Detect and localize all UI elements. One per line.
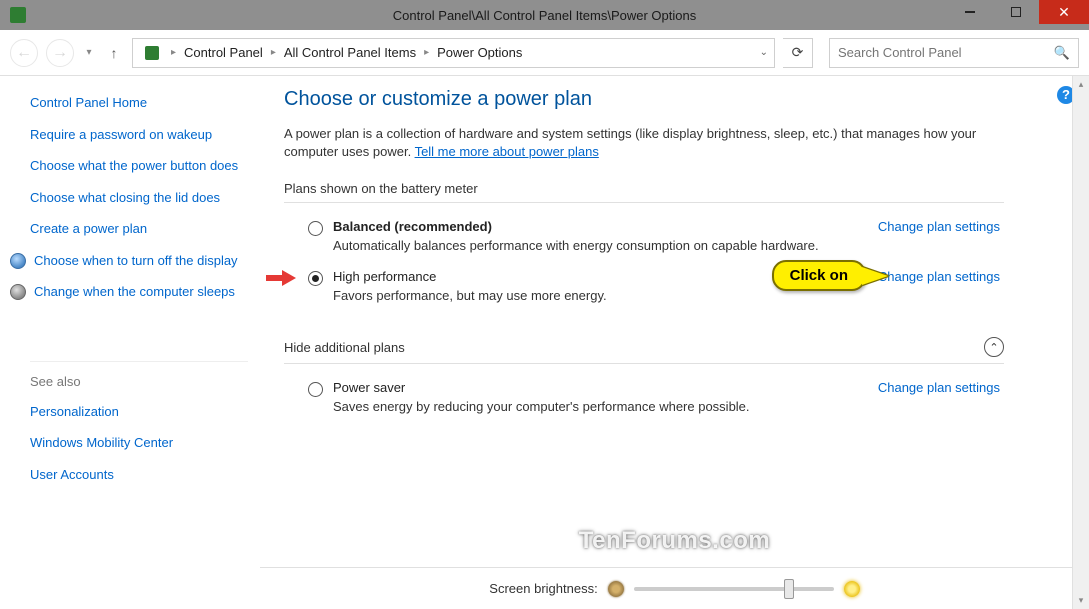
scroll-up-icon[interactable]: ▴ [1073, 76, 1089, 93]
breadcrumb-item[interactable]: Power Options [433, 45, 526, 60]
section-plans-shown: Plans shown on the battery meter [284, 181, 1004, 203]
plan-power-saver-desc: Saves energy by reducing your computer's… [333, 399, 858, 414]
callout-tail-icon [862, 267, 888, 285]
plan-power-saver: Power saver Saves energy by reducing you… [284, 370, 1004, 420]
breadcrumb-dropdown-icon[interactable]: ⌄ [760, 47, 768, 58]
main-panel: ? Choose or customize a power plan A pow… [260, 76, 1089, 609]
sidebar-home-link[interactable]: Control Panel Home [30, 94, 248, 112]
brightness-label: Screen brightness: [489, 581, 597, 596]
plan-high-performance-settings-link[interactable]: Change plan settings [878, 269, 1000, 284]
moon-icon [10, 284, 26, 300]
callout-text: Click on [790, 267, 848, 284]
breadcrumb[interactable]: ▸ Control Panel ▸ All Control Panel Item… [132, 38, 775, 68]
window-title: Control Panel\All Control Panel Items\Po… [0, 8, 1089, 23]
breadcrumb-item[interactable]: Control Panel [180, 45, 267, 60]
nav-up-button[interactable]: ↑ [104, 45, 124, 61]
address-bar: ← → ▾ ↑ ▸ Control Panel ▸ All Control Pa… [0, 30, 1089, 76]
red-arrow-annotation [266, 269, 296, 287]
sidebar-see-also-personalization[interactable]: Personalization [30, 403, 248, 421]
chevron-up-icon[interactable]: ⌃ [984, 337, 1004, 357]
nav-history-dropdown[interactable]: ▾ [82, 47, 96, 58]
search-input[interactable] [838, 45, 1054, 60]
search-icon[interactable]: 🔍 [1054, 45, 1070, 61]
plan-power-saver-name: Power saver [333, 380, 858, 395]
sidebar-see-also-user-accounts[interactable]: User Accounts [30, 466, 248, 484]
chevron-right-icon: ▸ [420, 47, 433, 58]
breadcrumb-item[interactable]: All Control Panel Items [280, 45, 420, 60]
tell-me-more-link[interactable]: Tell me more about power plans [415, 144, 599, 159]
breadcrumb-icon [143, 44, 161, 62]
sidebar-link-sleep[interactable]: Change when the computer sleeps [34, 283, 235, 301]
nav-back-button[interactable]: ← [10, 39, 38, 67]
monitor-icon [10, 253, 26, 269]
plan-balanced-name: Balanced (recommended) [333, 219, 858, 234]
sidebar-link-lid-close[interactable]: Choose what closing the lid does [30, 189, 248, 207]
plan-power-saver-settings-link[interactable]: Change plan settings [878, 380, 1000, 395]
sidebar-link-display-off[interactable]: Choose when to turn off the display [34, 252, 238, 270]
app-icon [10, 7, 26, 23]
refresh-button[interactable]: ⟳ [783, 38, 813, 68]
watermark: TenForums.com [579, 527, 770, 555]
plan-balanced-desc: Automatically balances performance with … [333, 238, 858, 253]
plan-balanced: Balanced (recommended) Automatically bal… [284, 209, 1004, 259]
section-hide-additional[interactable]: Hide additional plans ⌃ [284, 337, 1004, 364]
brightness-slider-thumb[interactable] [784, 579, 794, 599]
sidebar-link-password-wakeup[interactable]: Require a password on wakeup [30, 126, 248, 144]
plan-balanced-settings-link[interactable]: Change plan settings [878, 219, 1000, 234]
brightness-slider[interactable] [634, 587, 834, 591]
page-description: A power plan is a collection of hardware… [284, 125, 984, 161]
vertical-scrollbar[interactable]: ▴ ▾ [1072, 76, 1089, 609]
brightness-bar: Screen brightness: [260, 567, 1089, 609]
plan-high-performance-radio[interactable] [308, 271, 323, 286]
callout-annotation: Click on [772, 260, 866, 291]
maximize-button[interactable] [993, 0, 1039, 24]
search-box[interactable]: 🔍 [829, 38, 1079, 68]
chevron-right-icon: ▸ [167, 47, 180, 58]
plan-balanced-radio[interactable] [308, 221, 323, 236]
chevron-right-icon: ▸ [267, 47, 280, 58]
see-also-header: See also [30, 361, 248, 389]
sidebar-see-also-mobility[interactable]: Windows Mobility Center [30, 434, 248, 452]
section-hide-additional-label: Hide additional plans [284, 340, 405, 355]
close-button[interactable]: ✕ [1039, 0, 1089, 24]
nav-forward-button[interactable]: → [46, 39, 74, 67]
titlebar: Control Panel\All Control Panel Items\Po… [0, 0, 1089, 30]
plan-power-saver-radio[interactable] [308, 382, 323, 397]
page-description-text: A power plan is a collection of hardware… [284, 126, 976, 159]
brightness-dim-icon [608, 581, 624, 597]
minimize-button[interactable] [947, 0, 993, 24]
page-title: Choose or customize a power plan [284, 88, 1053, 111]
brightness-bright-icon [844, 581, 860, 597]
plan-high-performance: High performance Favors performance, but… [284, 259, 1004, 309]
scroll-down-icon[interactable]: ▾ [1073, 592, 1089, 609]
sidebar-link-create-plan[interactable]: Create a power plan [30, 220, 248, 238]
sidebar-link-power-button[interactable]: Choose what the power button does [30, 157, 248, 175]
content-area: Control Panel Home Require a password on… [0, 76, 1089, 609]
sidebar: Control Panel Home Require a password on… [0, 76, 260, 609]
window-buttons: ✕ [947, 0, 1089, 30]
